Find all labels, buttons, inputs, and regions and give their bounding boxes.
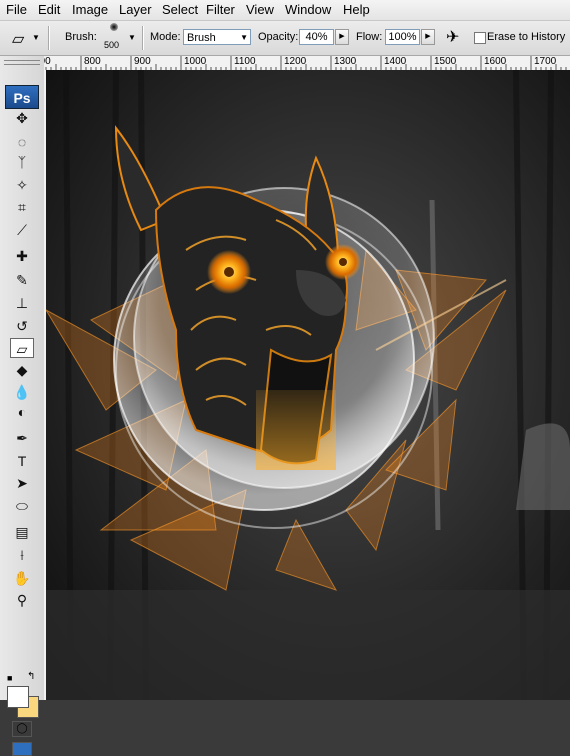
- toolbox: Ps ✥ ◌ ᛉ ✧ ⌗ ⟋ ✚ ✎ ⊥ ↺ ▱ ◆ 💧 ◐ ✒ T ➤ ⬭ ▤ ⟊ ✋ ⚲ ■ ↰ ◯: [0, 56, 45, 756]
- eyedropper-tool-icon[interactable]: ⟊: [10, 545, 34, 565]
- menu-filter[interactable]: Filter: [206, 2, 235, 17]
- foreground-color-swatch[interactable]: [7, 686, 29, 708]
- ruler-tick-label: 800: [84, 56, 101, 67]
- options-bar: ▱ ▼ Brush: 500 ▼ Mode: Brush ▼ Opacity: …: [0, 21, 570, 56]
- notes-tool-icon[interactable]: ▤: [10, 522, 34, 542]
- mode-select[interactable]: Brush ▼: [183, 29, 251, 45]
- crop-tool-icon[interactable]: ⌗: [10, 197, 34, 217]
- eraser-preset-icon[interactable]: ▱: [12, 29, 24, 49]
- slice-tool-icon[interactable]: ⟋: [10, 220, 34, 240]
- path-selection-tool-icon[interactable]: ➤: [10, 473, 34, 493]
- clone-stamp-tool-icon[interactable]: ⊥: [10, 293, 34, 313]
- toolbox-grip[interactable]: [4, 60, 40, 65]
- menu-edit[interactable]: Edit: [38, 2, 60, 17]
- ruler-tick-label: 1100: [234, 56, 256, 67]
- zoom-tool-icon[interactable]: ⚲: [10, 590, 34, 610]
- ruler-tick-label: 1500: [434, 56, 457, 67]
- menu-view[interactable]: View: [246, 2, 274, 17]
- type-tool-icon[interactable]: T: [10, 451, 34, 471]
- mode-label: Mode:: [150, 31, 181, 43]
- menu-help[interactable]: Help: [343, 2, 370, 17]
- artwork: [46, 70, 570, 700]
- ruler-tick-label: 1700: [534, 56, 557, 67]
- menu-select[interactable]: Select: [162, 2, 198, 17]
- menu-bar: File Edit Image Layer Select Filter View…: [0, 0, 570, 21]
- default-colors-icon[interactable]: ■: [7, 673, 12, 683]
- move-tool-icon[interactable]: ✥: [10, 108, 34, 128]
- ps-logo[interactable]: Ps: [5, 85, 39, 109]
- forest-floor: [46, 590, 570, 700]
- erase-to-history-label: Erase to History: [487, 31, 566, 43]
- flow-slider-button[interactable]: ▶: [421, 29, 435, 45]
- menu-layer[interactable]: Layer: [119, 2, 152, 17]
- opacity-input[interactable]: 40%: [299, 29, 334, 45]
- ruler-tick-label: 1300: [334, 56, 357, 67]
- separator: [48, 26, 50, 50]
- ruler-tick-label: 700: [44, 56, 51, 67]
- opacity-label: Opacity:: [258, 31, 299, 43]
- brush-preview-icon[interactable]: [110, 23, 118, 31]
- shape-tool-icon[interactable]: ⬭: [10, 496, 34, 516]
- brush-picker-chevron-icon[interactable]: ▼: [128, 33, 136, 42]
- separator: [142, 26, 144, 50]
- dodge-tool-icon[interactable]: ◐: [10, 402, 34, 422]
- menu-image[interactable]: Image: [72, 2, 108, 17]
- menu-file[interactable]: File: [6, 2, 27, 17]
- document-canvas[interactable]: [46, 70, 570, 700]
- hand-tool-icon[interactable]: ✋: [10, 568, 34, 588]
- blur-tool-icon[interactable]: 💧: [10, 382, 34, 402]
- brush-label: Brush:: [65, 31, 97, 43]
- lasso-tool-icon[interactable]: ᛉ: [10, 152, 34, 172]
- screen-mode-icon[interactable]: [12, 742, 32, 756]
- opacity-slider-button[interactable]: ▶: [335, 29, 349, 45]
- paint-bucket-tool-icon[interactable]: ◆: [10, 360, 34, 380]
- ruler-tick-label: 900: [134, 56, 151, 67]
- marquee-tool-icon[interactable]: ◌: [10, 132, 34, 152]
- eraser-tool-icon[interactable]: ▱: [10, 338, 34, 358]
- erase-to-history-checkbox[interactable]: [474, 32, 486, 44]
- menu-window[interactable]: Window: [285, 2, 331, 17]
- ruler-tick-label: 1200: [284, 56, 307, 67]
- history-brush-tool-icon[interactable]: ↺: [10, 316, 34, 336]
- pen-tool-icon[interactable]: ✒: [10, 428, 34, 448]
- brush-tool-icon[interactable]: ✎: [10, 270, 34, 290]
- mode-value: Brush: [187, 32, 216, 44]
- chevron-down-icon: ▼: [240, 33, 248, 42]
- quick-mask-icon[interactable]: ◯: [12, 721, 32, 737]
- magic-wand-tool-icon[interactable]: ✧: [10, 175, 34, 195]
- ruler-tick-label: 1600: [484, 56, 507, 67]
- airbrush-icon[interactable]: ✈: [446, 27, 459, 47]
- brush-size: 500: [104, 40, 120, 50]
- ruler-top: 700 800 900 1000 1100 1200 1300 1400 1500 1600 170…: [44, 56, 570, 71]
- chevron-down-icon[interactable]: ▼: [32, 33, 40, 42]
- ruler-tick-label: 1000: [184, 56, 207, 67]
- ruler-tick-label: 1400: [384, 56, 407, 67]
- healing-brush-tool-icon[interactable]: ✚: [10, 246, 34, 266]
- swap-colors-icon[interactable]: ↰: [27, 671, 35, 682]
- flow-input[interactable]: 100%: [385, 29, 420, 45]
- flow-label: Flow:: [356, 31, 383, 43]
